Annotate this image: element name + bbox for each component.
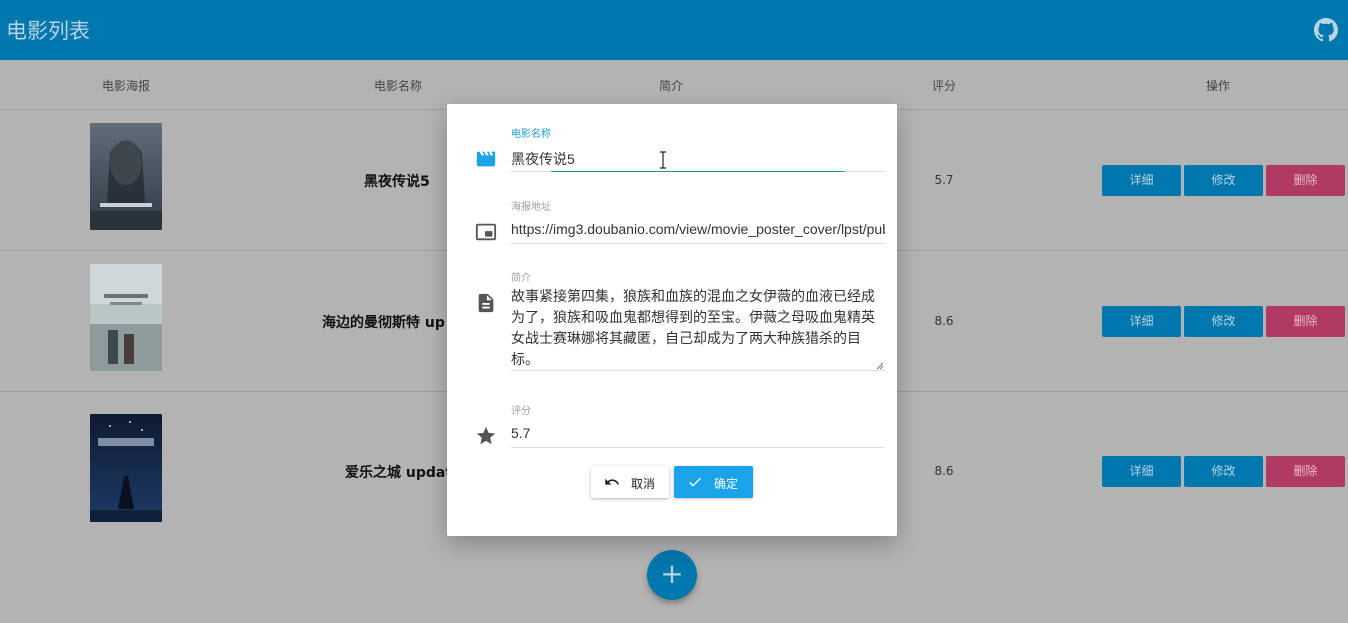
detail-button[interactable]: 详细 xyxy=(1102,456,1181,487)
edit-button[interactable]: 修改 xyxy=(1184,456,1263,487)
score-underline xyxy=(511,447,885,448)
undo-icon xyxy=(605,478,619,485)
name-focus-underline xyxy=(551,171,845,172)
intro-label: 简介 xyxy=(511,273,531,284)
poster-image xyxy=(90,414,162,522)
table-header: 电影海报 电影名称 简介 评分 操作 xyxy=(0,60,1348,110)
movie-name: 爱乐之城 updat xyxy=(345,465,453,481)
confirm-button[interactable]: 确定 xyxy=(674,466,753,498)
delete-button[interactable]: 删除 xyxy=(1266,456,1345,487)
header-intro: 简介 xyxy=(658,79,684,93)
add-movie-button[interactable]: + xyxy=(647,550,697,600)
check-icon xyxy=(689,477,701,487)
score-input[interactable]: 5.7 xyxy=(511,425,885,441)
poster-underline xyxy=(511,243,885,244)
cancel-button[interactable]: 取消 xyxy=(591,466,669,498)
description-icon xyxy=(478,293,494,313)
delete-button[interactable]: 删除 xyxy=(1266,306,1345,337)
intro-textarea[interactable]: 故事紧接第四集，狼族和血族的混血之女伊薇的血液已经成为了，狼族和吸血鬼都想得到的… xyxy=(511,287,885,369)
header-actions: 操作 xyxy=(1205,79,1231,93)
name-label: 电影名称 xyxy=(511,129,551,140)
intro-underline xyxy=(511,370,885,371)
confirm-label: 确定 xyxy=(714,477,739,491)
movie-score: 8.6 xyxy=(934,314,954,328)
movie-name: 海边的曼彻斯特 up xyxy=(322,315,445,331)
star-icon xyxy=(476,426,496,445)
header-score: 评分 xyxy=(931,79,957,93)
edit-movie-dialog: 电影名称 黑夜传说5 海报地址 https://img3.doubanio.co… xyxy=(447,104,897,536)
movie-score: 8.6 xyxy=(934,464,954,478)
name-input[interactable]: 黑夜传说5 xyxy=(511,149,885,169)
edit-button[interactable]: 修改 xyxy=(1184,165,1263,196)
header-name: 电影名称 xyxy=(373,79,423,93)
text-cursor-icon xyxy=(660,151,666,169)
movie-clapper-icon xyxy=(476,151,496,167)
cancel-label: 取消 xyxy=(631,477,656,491)
app-bar: 电影列表 xyxy=(0,0,1348,60)
github-icon[interactable] xyxy=(1314,18,1338,42)
poster-image xyxy=(90,264,162,371)
poster-input[interactable]: https://img3.doubanio.com/view/movie_pos… xyxy=(511,221,885,237)
app-title: 电影列表 xyxy=(6,19,90,43)
resize-handle-icon[interactable] xyxy=(876,362,884,370)
poster-label: 海报地址 xyxy=(511,202,551,213)
picture-in-picture-icon xyxy=(475,223,497,241)
detail-button[interactable]: 详细 xyxy=(1102,306,1181,337)
delete-button[interactable]: 删除 xyxy=(1266,165,1345,196)
score-label: 评分 xyxy=(511,406,531,417)
edit-button[interactable]: 修改 xyxy=(1184,306,1263,337)
movie-score: 5.7 xyxy=(934,173,954,187)
detail-button[interactable]: 详细 xyxy=(1102,165,1181,196)
movie-name: 黑夜传说5 xyxy=(364,174,430,190)
header-poster: 电影海报 xyxy=(101,79,151,93)
poster-image xyxy=(90,123,162,230)
